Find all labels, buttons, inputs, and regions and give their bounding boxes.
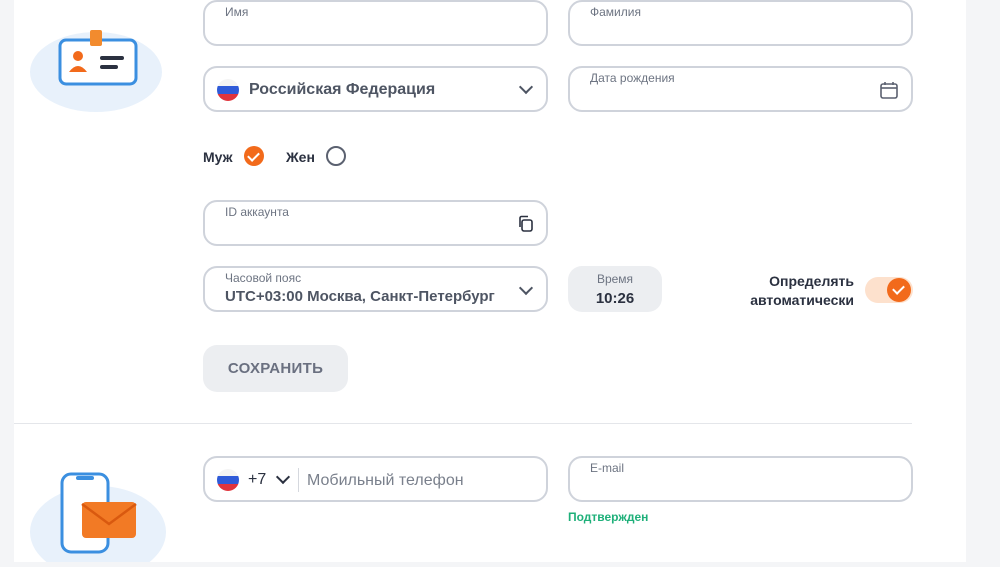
check-icon (892, 282, 905, 295)
auto-detect-toggle[interactable] (865, 277, 913, 303)
time-value: 10:26 (595, 290, 635, 307)
phone-input[interactable] (305, 467, 539, 495)
last-name-label: Фамилия (590, 5, 641, 19)
last-name-field[interactable]: Фамилия (568, 0, 913, 46)
account-id-field[interactable]: ID аккаунта (203, 200, 548, 246)
birth-date-field[interactable]: Дата рождения (568, 66, 913, 112)
phone-separator (298, 468, 299, 492)
country-value: Российская Федерация (249, 81, 436, 98)
gender-male-label: Муж (203, 149, 233, 165)
country-select[interactable]: Российская Федерация (203, 66, 548, 112)
chevron-down-icon (518, 79, 534, 95)
russia-flag-icon (217, 79, 239, 101)
toggle-knob (887, 278, 911, 302)
timezone-value: UTC+03:00 Москва, Санкт-Петербург (225, 288, 495, 305)
chevron-down-icon (518, 280, 534, 296)
chevron-down-icon[interactable] (275, 469, 291, 485)
timezone-select[interactable]: Часовой пояс UTC+03:00 Москва, Санкт-Пет… (203, 266, 548, 312)
time-label: Время (596, 272, 634, 286)
copy-icon[interactable] (517, 215, 535, 238)
birth-date-label: Дата рождения (590, 71, 675, 85)
email-status: Подтвержден (568, 510, 649, 524)
calendar-icon[interactable] (879, 80, 899, 105)
phone-mail-illustration (26, 466, 170, 567)
first-name-label: Имя (225, 5, 249, 19)
profile-card-illustration (26, 18, 166, 114)
auto-detect-label-line1: Определять (769, 273, 854, 289)
email-field[interactable]: E-mail (568, 456, 913, 502)
gender-female-label: Жен (286, 149, 315, 165)
auto-detect-label-line2: автоматически (750, 292, 854, 308)
first-name-field[interactable]: Имя (203, 0, 548, 46)
save-button[interactable]: СОХРАНИТЬ (203, 345, 348, 392)
account-id-label: ID аккаунта (225, 205, 289, 219)
phone-country-code[interactable]: +7 (248, 471, 266, 489)
time-display: Время 10:26 (568, 266, 662, 312)
timezone-label: Часовой пояс (225, 271, 302, 285)
russia-flag-icon (217, 469, 239, 491)
email-label: E-mail (590, 461, 625, 475)
phone-field[interactable]: +7 (203, 456, 548, 502)
gender-male-radio[interactable] (244, 146, 264, 166)
gender-female-radio[interactable] (326, 146, 346, 166)
check-icon (247, 149, 260, 162)
section-divider (14, 423, 912, 424)
